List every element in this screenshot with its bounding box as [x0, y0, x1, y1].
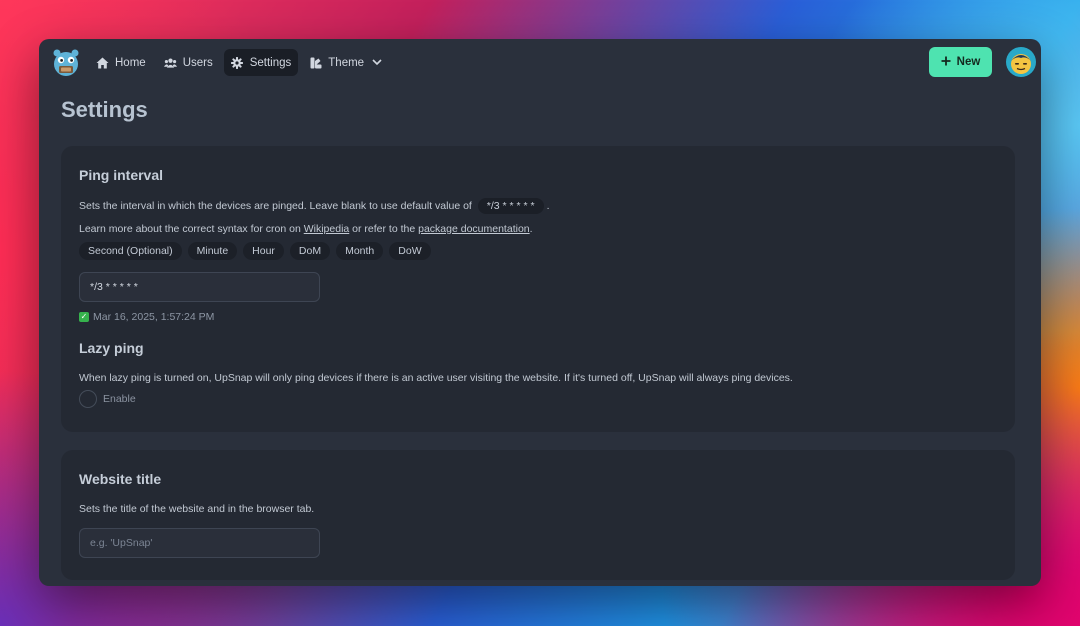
- website-title-input[interactable]: [79, 528, 320, 558]
- default-cron-value: */3 * * * * *: [477, 198, 544, 214]
- nav-theme-label: Theme: [328, 56, 365, 69]
- navbar: Home Users Settings Theme New: [39, 39, 1041, 87]
- package-docs-link[interactable]: package documentation: [418, 223, 530, 235]
- nav-settings-label: Settings: [249, 56, 292, 69]
- plus-icon: [941, 56, 951, 69]
- cron-help-middle: or refer to the: [352, 223, 416, 235]
- nav-home[interactable]: Home: [89, 49, 153, 76]
- ping-settings-card: Ping interval Sets the interval in which…: [61, 146, 1015, 432]
- lazy-ping-toggle-label: Enable: [103, 393, 136, 405]
- nav-users-label: Users: [182, 56, 213, 69]
- cron-field-chip: Month: [336, 242, 384, 260]
- users-icon: [163, 56, 177, 69]
- page-title: Settings: [61, 97, 148, 122]
- home-icon: [96, 56, 109, 69]
- cron-field-chip: Hour: [243, 242, 284, 260]
- lazy-ping-description: When lazy ping is turned on, UpSnap will…: [79, 372, 793, 384]
- nav-home-label: Home: [115, 56, 146, 69]
- check-icon: ✓: [79, 312, 89, 322]
- ping-interval-desc-text: Sets the interval in which the devices a…: [79, 200, 472, 212]
- cron-help-text: Learn more about the correct syntax for …: [79, 223, 533, 235]
- wikipedia-link[interactable]: Wikipedia: [304, 223, 350, 235]
- new-button[interactable]: New: [929, 47, 992, 77]
- swatchbook-icon: [309, 56, 322, 69]
- gear-icon: [231, 56, 244, 69]
- app-window: Home Users Settings Theme New Settings P…: [39, 39, 1041, 586]
- main-nav: Home Users Settings Theme: [89, 49, 390, 76]
- avatar[interactable]: [1006, 47, 1036, 77]
- lazy-ping-heading: Lazy ping: [79, 340, 144, 356]
- cron-field-chips: Second (Optional) Minute Hour DoM Month …: [79, 242, 431, 260]
- cron-status: ✓ Mar 16, 2025, 1:57:24 PM: [79, 311, 214, 323]
- website-title-heading: Website title: [79, 471, 162, 487]
- cron-field-chip: Second (Optional): [79, 242, 182, 260]
- cron-field-chip: DoM: [289, 242, 331, 260]
- nav-users[interactable]: Users: [157, 49, 220, 76]
- lazy-ping-toggle[interactable]: [79, 390, 97, 408]
- ping-interval-input[interactable]: [79, 272, 320, 302]
- cron-field-chip: DoW: [389, 242, 431, 260]
- nav-settings[interactable]: Settings: [223, 49, 299, 76]
- ping-interval-heading: Ping interval: [79, 167, 164, 183]
- website-title-description: Sets the title of the website and in the…: [79, 503, 315, 515]
- desc-period: .: [546, 200, 550, 212]
- cron-help-period: .: [529, 223, 533, 235]
- cron-field-chip: Minute: [187, 242, 238, 260]
- ping-interval-description: Sets the interval in which the devices a…: [79, 198, 550, 214]
- app-logo-icon[interactable]: [52, 47, 80, 77]
- nav-theme[interactable]: Theme: [302, 49, 390, 76]
- next-ping-time: Mar 16, 2025, 1:57:24 PM: [93, 311, 215, 323]
- website-title-card: Website title Sets the title of the webs…: [61, 450, 1015, 580]
- cron-help-prefix: Learn more about the correct syntax for …: [79, 223, 301, 235]
- lazy-ping-toggle-row[interactable]: Enable: [79, 390, 136, 408]
- chevron-down-icon: [370, 56, 383, 69]
- new-button-label: New: [956, 56, 981, 68]
